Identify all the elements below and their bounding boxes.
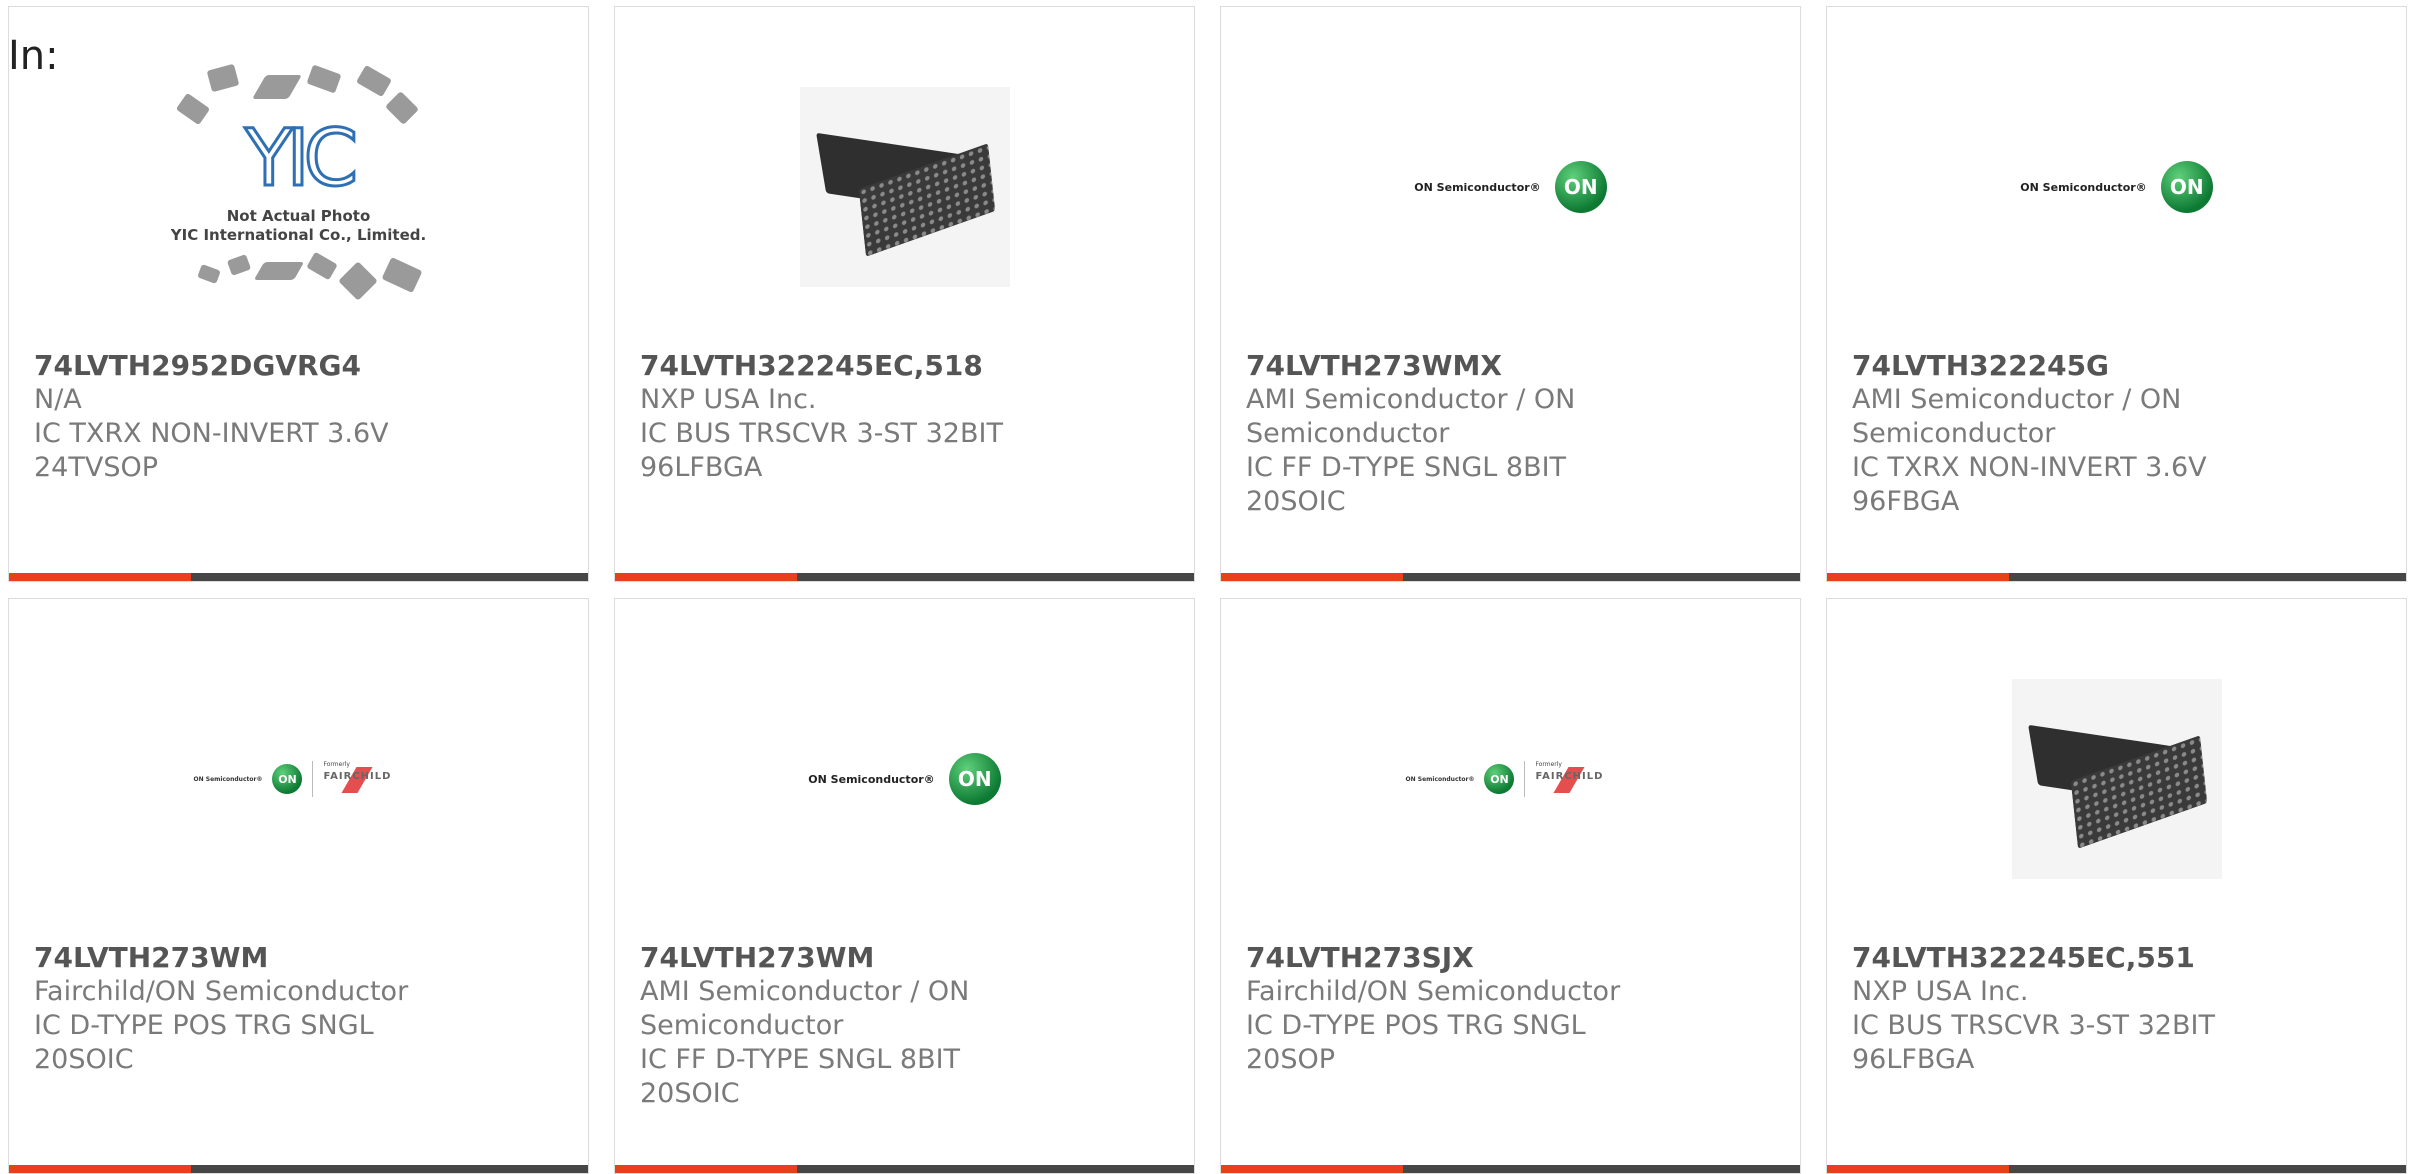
description: IC FF D-TYPE SNGL 8BIT 20SOIC xyxy=(1246,452,1567,517)
placeholder-image: YIC Not Actual Photo YIC International C… xyxy=(149,57,449,317)
description: IC BUS TRSCVR 3-ST 32BIT 96LFBGA xyxy=(640,418,1003,483)
card-accent-bar xyxy=(615,1165,1194,1173)
product-image[interactable]: ON Semiconductor® ON xyxy=(1827,37,2406,337)
bga-package-image xyxy=(799,87,1010,287)
product-image[interactable] xyxy=(615,37,1194,337)
manufacturer: AMI Semiconductor / ON Semiconductor xyxy=(640,976,970,1041)
product-image[interactable]: ON Semiconductor® ON Formerly FAIRCHILD xyxy=(1221,629,1800,929)
on-semi-logo: ON Semiconductor® ON xyxy=(808,753,1001,805)
description: IC BUS TRSCVR 3-ST 32BIT 96LFBGA xyxy=(1852,1010,2215,1075)
filter-label: In: xyxy=(8,33,59,79)
card-accent-bar xyxy=(1827,1165,2406,1173)
part-number[interactable]: 74LVTH273WM xyxy=(640,941,1060,975)
product-card[interactable]: YIC Not Actual Photo YIC International C… xyxy=(8,6,589,582)
product-card[interactable]: ON Semiconductor® ON 74LVTH273WM AMI Semi… xyxy=(614,598,1195,1174)
manufacturer: NXP USA Inc. xyxy=(640,384,817,415)
manufacturer: AMI Semiconductor / ON Semiconductor xyxy=(1246,384,1576,449)
manufacturer: Fairchild/ON Semiconductor xyxy=(1246,976,1621,1007)
product-card[interactable]: ON Semiconductor® ON Formerly FAIRCHILD 74… xyxy=(1220,598,1801,1174)
part-number[interactable]: 74LVTH322245EC,518 xyxy=(640,349,1060,383)
product-image[interactable]: ON Semiconductor® ON Formerly FAIRCHILD xyxy=(9,629,588,929)
card-accent-bar xyxy=(615,573,1194,581)
card-accent-bar xyxy=(9,1165,588,1173)
part-number[interactable]: 74LVTH273WM xyxy=(34,941,454,975)
on-semi-logo: ON Semiconductor® ON xyxy=(2020,161,2213,213)
part-number[interactable]: 74LVTH273WMX xyxy=(1246,349,1666,383)
placeholder-note: Not Actual Photo YIC International Co., … xyxy=(170,207,427,244)
description: IC TXRX NON-INVERT 3.6V 96FBGA xyxy=(1852,452,2207,517)
card-accent-bar xyxy=(9,573,588,581)
on-semi-logo: ON Semiconductor® ON xyxy=(1414,161,1607,213)
product-card[interactable]: 74LVTH322245EC,518 NXP USA Inc. IC BUS T… xyxy=(614,6,1195,582)
product-image[interactable]: YIC Not Actual Photo YIC International C… xyxy=(9,37,588,337)
product-image[interactable]: ON Semiconductor® ON xyxy=(1221,37,1800,337)
manufacturer: AMI Semiconductor / ON Semiconductor xyxy=(1852,384,2182,449)
manufacturer: Fairchild/ON Semiconductor xyxy=(34,976,409,1007)
description: IC D-TYPE POS TRG SNGL 20SOIC xyxy=(34,1010,374,1075)
part-number[interactable]: 74LVTH273SJX xyxy=(1246,941,1666,975)
on-fairchild-logo: ON Semiconductor® ON Formerly FAIRCHILD xyxy=(1406,759,1616,799)
product-card[interactable]: ON Semiconductor® ON 74LVTH322245G AMI Se… xyxy=(1826,6,2407,582)
card-accent-bar xyxy=(1221,1165,1800,1173)
product-card[interactable]: 74LVTH322245EC,551 NXP USA Inc. IC BUS T… xyxy=(1826,598,2407,1174)
description: IC TXRX NON-INVERT 3.6V 24TVSOP xyxy=(34,418,389,483)
description: IC FF D-TYPE SNGL 8BIT 20SOIC xyxy=(640,1044,961,1109)
product-image[interactable] xyxy=(1827,629,2406,929)
product-card[interactable]: ON Semiconductor® ON 74LVTH273WMX AMI Sem… xyxy=(1220,6,1801,582)
yic-logo: YIC xyxy=(243,114,359,204)
card-accent-bar xyxy=(1827,573,2406,581)
product-card[interactable]: ON Semiconductor® ON Formerly FAIRCHILD 74… xyxy=(8,598,589,1174)
product-grid: YIC Not Actual Photo YIC International C… xyxy=(0,0,2410,1174)
part-number[interactable]: 74LVTH322245EC,551 xyxy=(1852,941,2272,975)
part-number[interactable]: 74LVTH322245G xyxy=(1852,349,2272,383)
bga-package-image xyxy=(2011,679,2222,879)
part-number[interactable]: 74LVTH2952DGVRG4 xyxy=(34,349,454,383)
card-accent-bar xyxy=(1221,573,1800,581)
manufacturer: N/A xyxy=(34,384,82,415)
description: IC D-TYPE POS TRG SNGL 20SOP xyxy=(1246,1010,1586,1075)
product-image[interactable]: ON Semiconductor® ON xyxy=(615,629,1194,929)
manufacturer: NXP USA Inc. xyxy=(1852,976,2029,1007)
on-fairchild-logo: ON Semiconductor® ON Formerly FAIRCHILD xyxy=(194,759,404,799)
